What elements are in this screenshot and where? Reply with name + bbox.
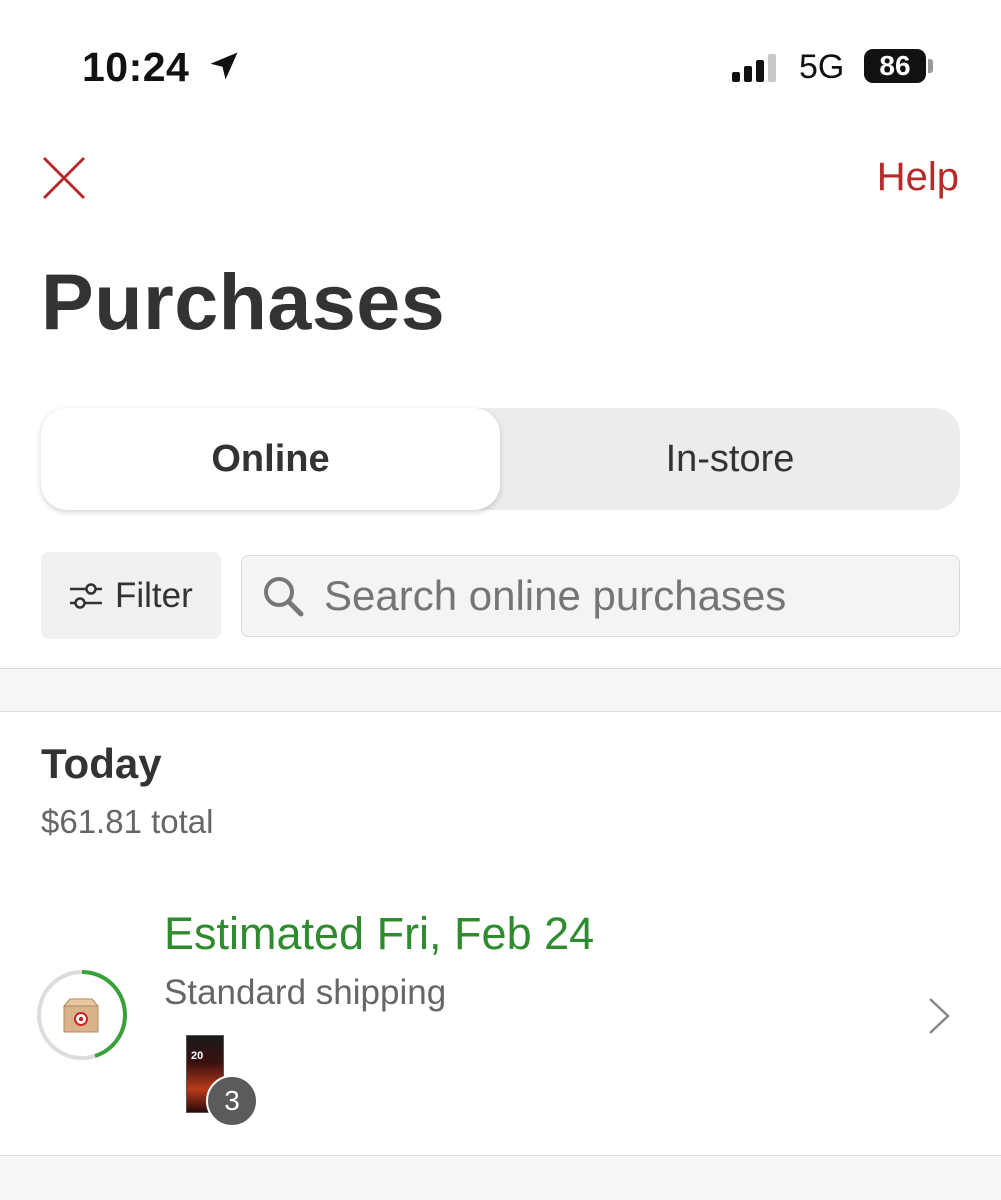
help-link[interactable]: Help <box>877 155 959 200</box>
status-bar: 10:24 5G 86 <box>0 0 1001 120</box>
order-row[interactable]: Estimated Fri, Feb 24 Standard shipping … <box>0 880 1001 1155</box>
section-divider <box>0 668 1001 712</box>
signal-bars-icon <box>732 54 776 82</box>
search-input[interactable] <box>324 572 944 620</box>
package-box-icon <box>62 998 100 1033</box>
battery-level: 86 <box>879 50 911 81</box>
bottom-divider <box>0 1155 1001 1200</box>
filter-button[interactable]: Filter <box>41 552 221 639</box>
section-title: Today <box>41 740 162 787</box>
purchase-type-tabs: In-store Online <box>41 408 960 510</box>
battery-tip <box>928 59 933 73</box>
location-arrow-icon <box>210 52 238 80</box>
tab-in-store-label: In-store <box>665 437 795 480</box>
item-count-badge: 3 <box>206 1075 258 1127</box>
battery-icon: 86 <box>864 49 926 83</box>
status-time: 10:24 <box>82 44 190 90</box>
tab-online[interactable]: Online <box>41 408 500 510</box>
tab-online-label: Online <box>211 437 330 480</box>
search-icon <box>264 577 304 617</box>
filter-label: Filter <box>115 575 193 615</box>
close-icon[interactable] <box>40 154 88 202</box>
page-title: Purchases <box>41 257 446 346</box>
shipping-method: Standard shipping <box>164 973 447 1012</box>
chevron-right-icon <box>929 998 950 1034</box>
section-total: $61.81 total <box>41 803 214 840</box>
order-estimate: Estimated Fri, Feb 24 <box>164 908 595 959</box>
tab-in-store[interactable]: In-store <box>500 408 960 510</box>
search-box[interactable] <box>241 555 960 637</box>
network-type: 5G <box>799 48 845 86</box>
sliders-icon <box>70 582 102 609</box>
